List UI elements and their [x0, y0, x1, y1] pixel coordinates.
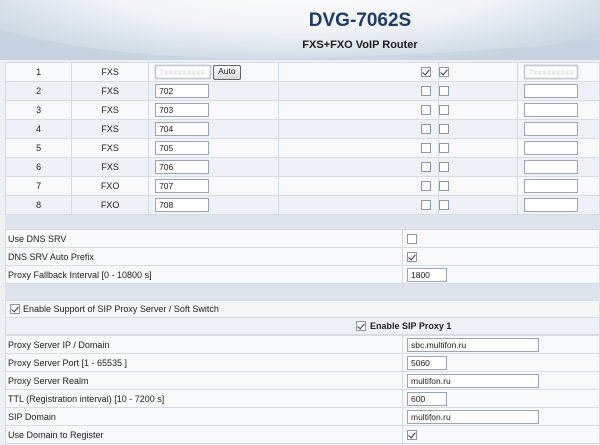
table-row: 3 FXS 703	[4, 100, 600, 120]
line-enable-checkbox[interactable]	[421, 67, 432, 78]
proxy-server-input[interactable]: sbc.multifon.ru	[407, 337, 539, 352]
line-register-checkbox[interactable]	[438, 162, 449, 173]
line-auth-input[interactable]	[524, 160, 579, 174]
proxy-server-realm-input[interactable]: multifon.ru	[407, 373, 539, 388]
line-type: FXS	[71, 138, 150, 158]
line-enable-checkbox[interactable]	[421, 143, 432, 154]
proxy-server-port-label: Proxy Server Port [1 - 65535 ]	[5, 353, 403, 372]
table-row: Use DNS SRV	[5, 229, 600, 248]
proxy-options-table: Proxy Server IP / Domain sbc.multifon.ru…	[5, 335, 600, 444]
line-register-checkbox[interactable]	[438, 86, 449, 97]
line-phone-number-input[interactable]: 707	[155, 179, 210, 193]
table-row: Use Domain to Register	[5, 425, 600, 444]
line-number: 8	[4, 195, 73, 215]
enable-sip-proxy-1-row: Enable SIP Proxy 1	[5, 318, 600, 335]
settings-content: 1 FXS 7xxxxxxxxx Auto 7xxxxxxxxx 2 FXS 702 3 FXS 7…	[4, 62, 600, 444]
line-type: FXS	[71, 81, 150, 101]
line-auth-input[interactable]	[524, 141, 579, 155]
line-register-checkbox[interactable]	[438, 181, 449, 192]
line-enable-checkbox[interactable]	[421, 105, 432, 116]
line-phone-number-input[interactable]: 703	[155, 103, 210, 117]
use-dns-srv-label: Use DNS SRV	[5, 229, 403, 248]
dns-srv-auto-prefix-label: DNS SRV Auto Prefix	[5, 247, 403, 266]
table-row: 1 FXS 7xxxxxxxxx Auto 7xxxxxxxxx	[4, 62, 600, 82]
proxy-server-port-input[interactable]: 5060	[407, 355, 447, 370]
line-type: FXS	[71, 100, 150, 120]
enable-sip-proxy-1-label: Enable SIP Proxy 1	[370, 321, 452, 331]
line-auth-input[interactable]	[524, 84, 579, 98]
line-number: 1	[4, 62, 73, 82]
line-auth-input[interactable]	[524, 103, 579, 117]
table-row: 7 FXO 707	[4, 176, 600, 196]
use-domain-to-register-label: Use Domain to Register	[5, 425, 403, 444]
table-row: 4 FXS 704	[4, 119, 600, 139]
line-phone-number-input[interactable]: 704	[155, 122, 210, 136]
proxy-server-realm-label: Proxy Server Realm	[5, 371, 403, 390]
line-register-checkbox[interactable]	[438, 200, 449, 211]
line-number: 5	[4, 138, 73, 158]
dns-srv-auto-prefix-checkbox[interactable]	[407, 251, 417, 262]
line-auth-input[interactable]	[524, 198, 579, 212]
line-auth-input[interactable]	[524, 179, 579, 193]
line-number: 6	[4, 157, 73, 177]
device-subtitle: FXS+FXO VoIP Router	[302, 39, 418, 51]
ttl-label: TTL (Registration interval) [10 - 7200 s…	[5, 389, 403, 408]
table-row: Proxy Server IP / Domain sbc.multifon.ru	[5, 335, 600, 354]
proxy-server-label: Proxy Server IP / Domain	[5, 335, 403, 354]
auto-button[interactable]: Auto	[213, 64, 241, 80]
table-row: Proxy Fallback Interval [0 - 10800 s] 18…	[5, 265, 600, 284]
use-domain-to-register-checkbox[interactable]	[407, 429, 417, 440]
line-enable-checkbox[interactable]	[421, 162, 432, 173]
proxy-fallback-interval-input[interactable]: 1800	[407, 267, 447, 282]
line-register-checkbox[interactable]	[438, 105, 449, 116]
enable-sip-proxy-support-checkbox[interactable]	[10, 304, 20, 314]
line-enable-checkbox[interactable]	[421, 124, 432, 135]
ttl-input[interactable]: 600	[407, 391, 447, 406]
use-dns-srv-checkbox[interactable]	[407, 233, 417, 244]
line-number: 2	[4, 81, 73, 101]
line-register-checkbox[interactable]	[438, 143, 449, 154]
table-row: 6 FXS 706	[4, 157, 600, 177]
line-type: FXS	[71, 119, 150, 139]
table-row: 5 FXS 705	[4, 138, 600, 158]
line-auth-input[interactable]	[524, 122, 579, 136]
table-row: 8 FXO 708	[4, 195, 600, 215]
line-number: 7	[4, 176, 73, 196]
table-row: Proxy Server Port [1 - 65535 ] 5060	[5, 353, 600, 372]
dns-options-table: Use DNS SRV DNS SRV Auto Prefix Proxy Fa…	[5, 229, 600, 284]
section-spacer	[5, 284, 600, 300]
line-number: 3	[4, 100, 73, 120]
enable-sip-proxy-support-row: Enable Support of SIP Proxy Server / Sof…	[5, 300, 600, 318]
line-register-checkbox[interactable]	[438, 124, 449, 135]
line-number: 4	[4, 119, 73, 139]
line-phone-number-input[interactable]: 706	[155, 160, 210, 174]
proxy-fallback-interval-label: Proxy Fallback Interval [0 - 10800 s]	[5, 265, 403, 284]
line-type: FXS	[71, 62, 150, 82]
sip-domain-input[interactable]: multifon.ru	[407, 409, 539, 424]
line-phone-number-input[interactable]: 705	[155, 141, 210, 155]
line-type: FXS	[71, 157, 150, 177]
line-enable-checkbox[interactable]	[421, 86, 432, 97]
line-enable-checkbox[interactable]	[421, 200, 432, 211]
lines-table: 1 FXS 7xxxxxxxxx Auto 7xxxxxxxxx 2 FXS 702 3 FXS 7…	[4, 62, 600, 215]
line-type: FXO	[71, 176, 150, 196]
enable-sip-proxy-support-label: Enable Support of SIP Proxy Server / Sof…	[23, 304, 219, 314]
line-phone-number-input[interactable]: 7xxxxxxxxx	[155, 65, 212, 79]
line-enable-checkbox[interactable]	[421, 181, 432, 192]
table-row: Proxy Server Realm multifon.ru	[5, 371, 600, 390]
device-model-title: DVG-7062S	[308, 10, 412, 31]
enable-sip-proxy-1-checkbox[interactable]	[356, 321, 366, 331]
line-auth-input[interactable]: 7xxxxxxxxx	[524, 65, 579, 79]
line-register-checkbox[interactable]	[438, 67, 449, 78]
page-header: DVG-7062S FXS+FXO VoIP Router	[0, 0, 600, 60]
line-phone-number-input[interactable]: 708	[155, 198, 210, 212]
sip-domain-label: SIP Domain	[5, 407, 403, 426]
table-row: DNS SRV Auto Prefix	[5, 247, 600, 266]
section-spacer	[5, 215, 600, 229]
table-row: 2 FXS 702	[4, 81, 600, 101]
table-row: SIP Domain multifon.ru	[5, 407, 600, 426]
table-row: TTL (Registration interval) [10 - 7200 s…	[5, 389, 600, 408]
line-phone-number-input[interactable]: 702	[155, 84, 210, 98]
line-type: FXO	[71, 195, 150, 215]
